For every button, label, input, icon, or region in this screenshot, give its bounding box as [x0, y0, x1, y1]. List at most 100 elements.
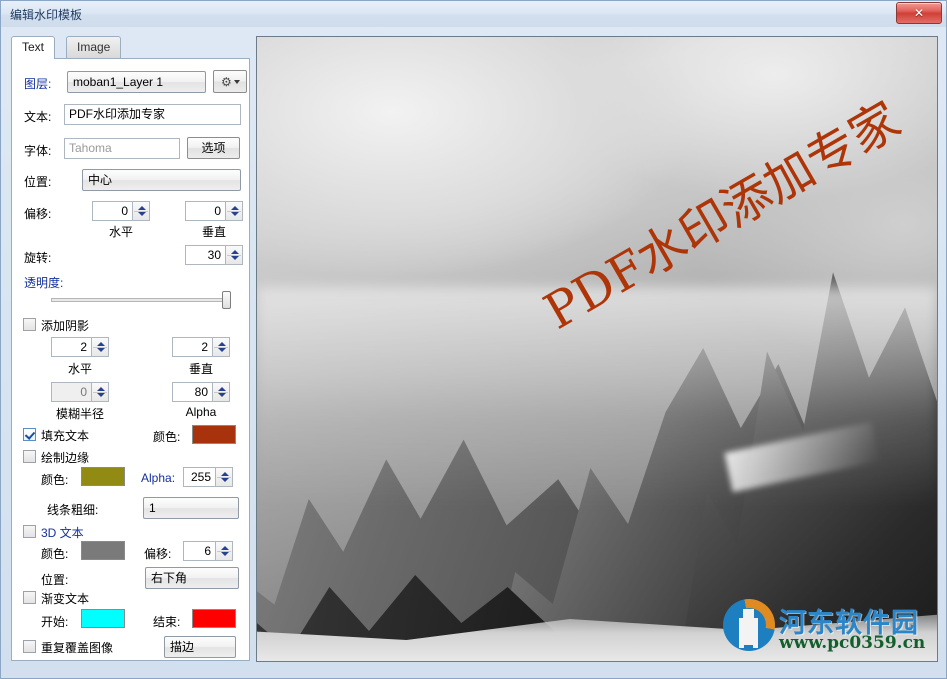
gradient-end-swatch[interactable]	[192, 609, 236, 628]
shadow-horizontal-spin-buttons[interactable]	[92, 337, 109, 357]
edge-alpha-stepper[interactable]: 255	[183, 467, 233, 487]
spinner-up-icon[interactable]	[231, 250, 239, 254]
spinner-up-icon[interactable]	[221, 472, 229, 476]
draw-edge-checkbox[interactable]	[23, 450, 36, 463]
line-width-select[interactable]: 1	[143, 497, 239, 519]
spinner-down-icon[interactable]	[231, 256, 239, 260]
site-watermark-url: www.pc0359.cn	[779, 633, 926, 653]
offset-vertical-stepper[interactable]: 0	[185, 201, 243, 221]
offset-vertical-value[interactable]: 0	[185, 201, 226, 221]
gradient-end-label: 结束:	[153, 615, 181, 629]
window-title: 编辑水印模板	[10, 8, 83, 22]
spinner-down-icon[interactable]	[97, 393, 105, 397]
spinner-up-icon[interactable]	[218, 342, 226, 346]
opacity-slider-thumb[interactable]	[222, 291, 231, 309]
text-3d-offset-spin-buttons[interactable]	[216, 541, 233, 561]
offset-horizontal-value[interactable]: 0	[92, 201, 133, 221]
font-options-button[interactable]: 选项	[187, 137, 240, 159]
edge-color-swatch[interactable]	[81, 467, 125, 486]
text-3d-offset-stepper[interactable]: 6	[183, 541, 233, 561]
spinner-down-icon[interactable]	[221, 478, 229, 482]
offset-horizontal-spin-buttons[interactable]	[133, 201, 150, 221]
fill-text-checkbox[interactable]	[23, 428, 36, 441]
shadow-alpha-caption: Alpha	[185, 405, 217, 419]
tab-strip: Text Image	[11, 36, 250, 59]
font-input[interactable]: Tahoma	[64, 138, 180, 159]
gradient-start-label: 开始:	[41, 615, 69, 629]
layer-options-button[interactable]: ⚙	[213, 70, 247, 93]
offset-horizontal-caption: 水平	[108, 225, 133, 239]
shadow-vertical-spin-buttons[interactable]	[213, 337, 230, 357]
font-label: 字体:	[24, 144, 52, 158]
shadow-blur-value[interactable]: 0	[51, 382, 92, 402]
shadow-vertical-caption: 垂直	[188, 362, 213, 376]
watermark-preview[interactable]: PDF水印添加专家 河东软件园 www.pc0359.cn	[256, 36, 938, 662]
gradient-start-swatch[interactable]	[81, 609, 125, 628]
opacity-label: 透明度:	[24, 276, 64, 290]
fill-color-swatch[interactable]	[192, 425, 236, 444]
text-3d-color-label: 颜色:	[41, 547, 69, 561]
tab-text[interactable]: Text	[11, 36, 56, 59]
offset-vertical-caption: 垂直	[201, 225, 226, 239]
shadow-blur-stepper[interactable]: 0	[51, 382, 109, 402]
opacity-slider[interactable]	[51, 291, 231, 309]
gear-icon: ⚙	[221, 75, 232, 89]
tile-image-checkbox-label: 重复覆盖图像	[41, 641, 114, 655]
tile-image-checkbox[interactable]	[23, 640, 36, 653]
edit-watermark-template-window: 编辑水印模板 ✕ Text Image 图层: moban1_Layer 1 ⚙…	[0, 0, 947, 679]
spinner-up-icon[interactable]	[138, 206, 146, 210]
shadow-alpha-spin-buttons[interactable]	[213, 382, 230, 402]
spinner-down-icon[interactable]	[218, 348, 226, 352]
text-3d-color-swatch[interactable]	[81, 541, 125, 560]
fill-text-checkbox-label: 填充文本	[41, 429, 90, 443]
rotation-spin-buttons[interactable]	[226, 245, 243, 265]
watermark-text-input[interactable]: PDF水印添加专家	[64, 104, 241, 125]
title-bar: 编辑水印模板 ✕	[1, 1, 946, 27]
offset-vertical-spin-buttons[interactable]	[226, 201, 243, 221]
shadow-checkbox[interactable]	[23, 318, 36, 331]
text-3d-checkbox-label: 3D 文本	[41, 526, 84, 540]
fill-color-label: 颜色:	[153, 430, 181, 444]
layer-select[interactable]: moban1_Layer 1	[67, 71, 206, 93]
rotation-value[interactable]: 30	[185, 245, 226, 265]
text-label: 文本:	[24, 110, 52, 124]
spinner-up-icon[interactable]	[97, 387, 105, 391]
shadow-vertical-value[interactable]: 2	[172, 337, 213, 357]
spinner-up-icon[interactable]	[231, 206, 239, 210]
spinner-up-icon[interactable]	[221, 546, 229, 550]
spinner-down-icon[interactable]	[221, 552, 229, 556]
position-select[interactable]: 中心	[82, 169, 241, 191]
shadow-blur-caption: 模糊半径	[55, 407, 104, 421]
spinner-up-icon[interactable]	[218, 387, 226, 391]
offset-horizontal-stepper[interactable]: 0	[92, 201, 150, 221]
spinner-down-icon[interactable]	[231, 212, 239, 216]
spinner-down-icon[interactable]	[218, 393, 226, 397]
text-3d-offset-value[interactable]: 6	[183, 541, 216, 561]
text-3d-checkbox[interactable]	[23, 525, 36, 538]
spinner-down-icon[interactable]	[97, 348, 105, 352]
layer-label: 图层:	[24, 77, 52, 91]
rotation-label: 旋转:	[24, 251, 52, 265]
shadow-alpha-value[interactable]: 80	[172, 382, 213, 402]
shadow-horizontal-value[interactable]: 2	[51, 337, 92, 357]
spinner-up-icon[interactable]	[97, 342, 105, 346]
edge-alpha-value[interactable]: 255	[183, 467, 216, 487]
close-button[interactable]: ✕	[896, 2, 942, 24]
shadow-checkbox-label: 添加阴影	[41, 319, 90, 333]
shadow-blur-spin-buttons[interactable]	[92, 382, 109, 402]
opacity-slider-track[interactable]	[51, 298, 224, 302]
tile-mode-select[interactable]: 描边	[164, 636, 236, 658]
site-logo-icon	[723, 599, 775, 651]
shadow-vertical-stepper[interactable]: 2	[172, 337, 230, 357]
edge-alpha-spin-buttons[interactable]	[216, 467, 233, 487]
shadow-alpha-stepper[interactable]: 80	[172, 382, 230, 402]
site-watermark: 河东软件园 www.pc0359.cn	[723, 595, 931, 657]
offset-label: 偏移:	[24, 207, 52, 221]
shadow-horizontal-stepper[interactable]: 2	[51, 337, 109, 357]
tab-image[interactable]: Image	[66, 36, 122, 58]
chevron-down-icon	[234, 80, 240, 84]
rotation-stepper[interactable]: 30	[185, 245, 243, 265]
spinner-down-icon[interactable]	[138, 212, 146, 216]
gradient-text-checkbox[interactable]	[23, 591, 36, 604]
text-3d-position-select[interactable]: 右下角	[145, 567, 239, 589]
